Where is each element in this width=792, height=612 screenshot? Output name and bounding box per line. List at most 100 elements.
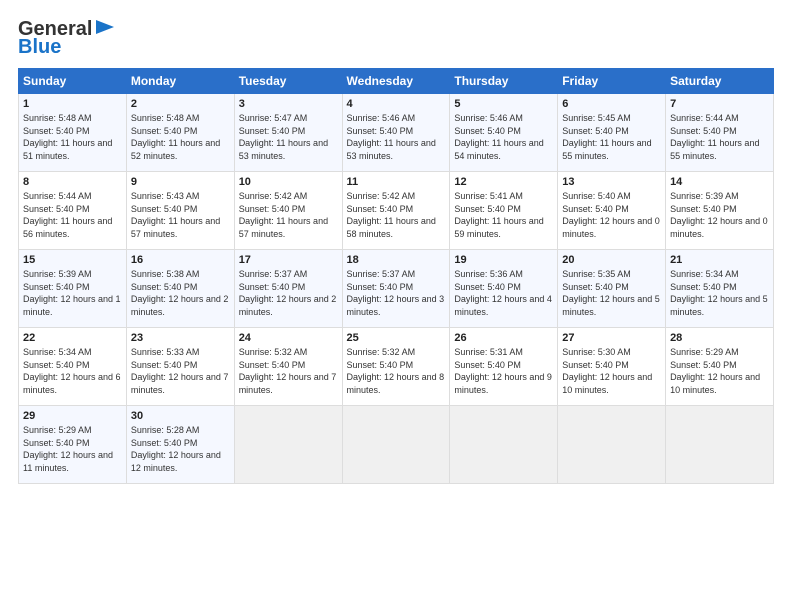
day-cell: 1 Sunrise: 5:48 AMSunset: 5:40 PMDayligh… — [19, 94, 127, 172]
col-header-saturday: Saturday — [666, 69, 774, 94]
day-cell: 29 Sunrise: 5:29 AMSunset: 5:40 PMDaylig… — [19, 406, 127, 484]
day-number: 22 — [23, 332, 122, 344]
day-info: Sunrise: 5:45 AMSunset: 5:40 PMDaylight:… — [562, 113, 651, 161]
day-number: 15 — [23, 254, 122, 266]
day-number: 25 — [347, 332, 446, 344]
day-info: Sunrise: 5:47 AMSunset: 5:40 PMDaylight:… — [239, 113, 328, 161]
day-number: 7 — [670, 98, 769, 110]
day-cell: 11 Sunrise: 5:42 AMSunset: 5:40 PMDaylig… — [342, 172, 450, 250]
day-cell: 28 Sunrise: 5:29 AMSunset: 5:40 PMDaylig… — [666, 328, 774, 406]
day-info: Sunrise: 5:30 AMSunset: 5:40 PMDaylight:… — [562, 347, 652, 395]
week-row-1: 1 Sunrise: 5:48 AMSunset: 5:40 PMDayligh… — [19, 94, 774, 172]
day-cell: 10 Sunrise: 5:42 AMSunset: 5:40 PMDaylig… — [234, 172, 342, 250]
week-row-2: 8 Sunrise: 5:44 AMSunset: 5:40 PMDayligh… — [19, 172, 774, 250]
header: General Blue — [18, 18, 774, 58]
day-number: 1 — [23, 98, 122, 110]
col-header-wednesday: Wednesday — [342, 69, 450, 94]
col-header-friday: Friday — [558, 69, 666, 94]
day-info: Sunrise: 5:44 AMSunset: 5:40 PMDaylight:… — [23, 191, 112, 239]
day-cell: 13 Sunrise: 5:40 AMSunset: 5:40 PMDaylig… — [558, 172, 666, 250]
col-header-thursday: Thursday — [450, 69, 558, 94]
day-cell: 25 Sunrise: 5:32 AMSunset: 5:40 PMDaylig… — [342, 328, 450, 406]
day-info: Sunrise: 5:28 AMSunset: 5:40 PMDaylight:… — [131, 425, 221, 473]
day-number: 21 — [670, 254, 769, 266]
day-number: 23 — [131, 332, 230, 344]
day-info: Sunrise: 5:39 AMSunset: 5:40 PMDaylight:… — [670, 191, 768, 239]
day-cell — [342, 406, 450, 484]
day-number: 18 — [347, 254, 446, 266]
page-container: General Blue SundayMondayTuesdayWednesda… — [0, 0, 792, 494]
day-cell — [558, 406, 666, 484]
day-cell: 24 Sunrise: 5:32 AMSunset: 5:40 PMDaylig… — [234, 328, 342, 406]
day-cell: 3 Sunrise: 5:47 AMSunset: 5:40 PMDayligh… — [234, 94, 342, 172]
day-info: Sunrise: 5:40 AMSunset: 5:40 PMDaylight:… — [562, 191, 660, 239]
day-info: Sunrise: 5:35 AMSunset: 5:40 PMDaylight:… — [562, 269, 660, 317]
day-number: 13 — [562, 176, 661, 188]
day-info: Sunrise: 5:32 AMSunset: 5:40 PMDaylight:… — [347, 347, 445, 395]
day-cell: 30 Sunrise: 5:28 AMSunset: 5:40 PMDaylig… — [126, 406, 234, 484]
logo-arrow-icon — [94, 16, 116, 38]
day-number: 9 — [131, 176, 230, 188]
day-number: 5 — [454, 98, 553, 110]
day-info: Sunrise: 5:41 AMSunset: 5:40 PMDaylight:… — [454, 191, 543, 239]
day-info: Sunrise: 5:38 AMSunset: 5:40 PMDaylight:… — [131, 269, 229, 317]
calendar-table: SundayMondayTuesdayWednesdayThursdayFrid… — [18, 68, 774, 484]
day-cell: 19 Sunrise: 5:36 AMSunset: 5:40 PMDaylig… — [450, 250, 558, 328]
day-cell: 15 Sunrise: 5:39 AMSunset: 5:40 PMDaylig… — [19, 250, 127, 328]
day-info: Sunrise: 5:46 AMSunset: 5:40 PMDaylight:… — [454, 113, 543, 161]
day-number: 3 — [239, 98, 338, 110]
week-row-5: 29 Sunrise: 5:29 AMSunset: 5:40 PMDaylig… — [19, 406, 774, 484]
day-info: Sunrise: 5:34 AMSunset: 5:40 PMDaylight:… — [23, 347, 121, 395]
day-info: Sunrise: 5:37 AMSunset: 5:40 PMDaylight:… — [239, 269, 337, 317]
day-number: 10 — [239, 176, 338, 188]
day-cell: 9 Sunrise: 5:43 AMSunset: 5:40 PMDayligh… — [126, 172, 234, 250]
header-row: SundayMondayTuesdayWednesdayThursdayFrid… — [19, 69, 774, 94]
day-cell: 7 Sunrise: 5:44 AMSunset: 5:40 PMDayligh… — [666, 94, 774, 172]
day-info: Sunrise: 5:36 AMSunset: 5:40 PMDaylight:… — [454, 269, 552, 317]
day-info: Sunrise: 5:29 AMSunset: 5:40 PMDaylight:… — [23, 425, 113, 473]
day-number: 2 — [131, 98, 230, 110]
day-info: Sunrise: 5:44 AMSunset: 5:40 PMDaylight:… — [670, 113, 759, 161]
day-info: Sunrise: 5:46 AMSunset: 5:40 PMDaylight:… — [347, 113, 436, 161]
day-cell: 22 Sunrise: 5:34 AMSunset: 5:40 PMDaylig… — [19, 328, 127, 406]
logo: General Blue — [18, 18, 116, 58]
day-number: 14 — [670, 176, 769, 188]
day-cell: 16 Sunrise: 5:38 AMSunset: 5:40 PMDaylig… — [126, 250, 234, 328]
day-info: Sunrise: 5:43 AMSunset: 5:40 PMDaylight:… — [131, 191, 220, 239]
day-cell: 8 Sunrise: 5:44 AMSunset: 5:40 PMDayligh… — [19, 172, 127, 250]
day-number: 6 — [562, 98, 661, 110]
day-number: 8 — [23, 176, 122, 188]
day-number: 27 — [562, 332, 661, 344]
day-number: 12 — [454, 176, 553, 188]
day-info: Sunrise: 5:42 AMSunset: 5:40 PMDaylight:… — [347, 191, 436, 239]
day-info: Sunrise: 5:33 AMSunset: 5:40 PMDaylight:… — [131, 347, 229, 395]
day-number: 19 — [454, 254, 553, 266]
day-number: 4 — [347, 98, 446, 110]
day-number: 20 — [562, 254, 661, 266]
day-cell: 12 Sunrise: 5:41 AMSunset: 5:40 PMDaylig… — [450, 172, 558, 250]
day-cell: 4 Sunrise: 5:46 AMSunset: 5:40 PMDayligh… — [342, 94, 450, 172]
week-row-4: 22 Sunrise: 5:34 AMSunset: 5:40 PMDaylig… — [19, 328, 774, 406]
day-info: Sunrise: 5:42 AMSunset: 5:40 PMDaylight:… — [239, 191, 328, 239]
col-header-sunday: Sunday — [19, 69, 127, 94]
day-number: 24 — [239, 332, 338, 344]
day-cell: 27 Sunrise: 5:30 AMSunset: 5:40 PMDaylig… — [558, 328, 666, 406]
day-cell: 6 Sunrise: 5:45 AMSunset: 5:40 PMDayligh… — [558, 94, 666, 172]
day-cell: 14 Sunrise: 5:39 AMSunset: 5:40 PMDaylig… — [666, 172, 774, 250]
day-cell: 17 Sunrise: 5:37 AMSunset: 5:40 PMDaylig… — [234, 250, 342, 328]
logo-blue: Blue — [18, 36, 61, 58]
day-cell — [234, 406, 342, 484]
day-cell: 20 Sunrise: 5:35 AMSunset: 5:40 PMDaylig… — [558, 250, 666, 328]
day-number: 11 — [347, 176, 446, 188]
day-info: Sunrise: 5:39 AMSunset: 5:40 PMDaylight:… — [23, 269, 121, 317]
day-cell: 26 Sunrise: 5:31 AMSunset: 5:40 PMDaylig… — [450, 328, 558, 406]
day-info: Sunrise: 5:29 AMSunset: 5:40 PMDaylight:… — [670, 347, 760, 395]
day-info: Sunrise: 5:37 AMSunset: 5:40 PMDaylight:… — [347, 269, 445, 317]
day-cell — [666, 406, 774, 484]
day-number: 28 — [670, 332, 769, 344]
day-info: Sunrise: 5:34 AMSunset: 5:40 PMDaylight:… — [670, 269, 768, 317]
day-number: 30 — [131, 410, 230, 422]
day-cell: 18 Sunrise: 5:37 AMSunset: 5:40 PMDaylig… — [342, 250, 450, 328]
day-cell: 23 Sunrise: 5:33 AMSunset: 5:40 PMDaylig… — [126, 328, 234, 406]
day-number: 26 — [454, 332, 553, 344]
